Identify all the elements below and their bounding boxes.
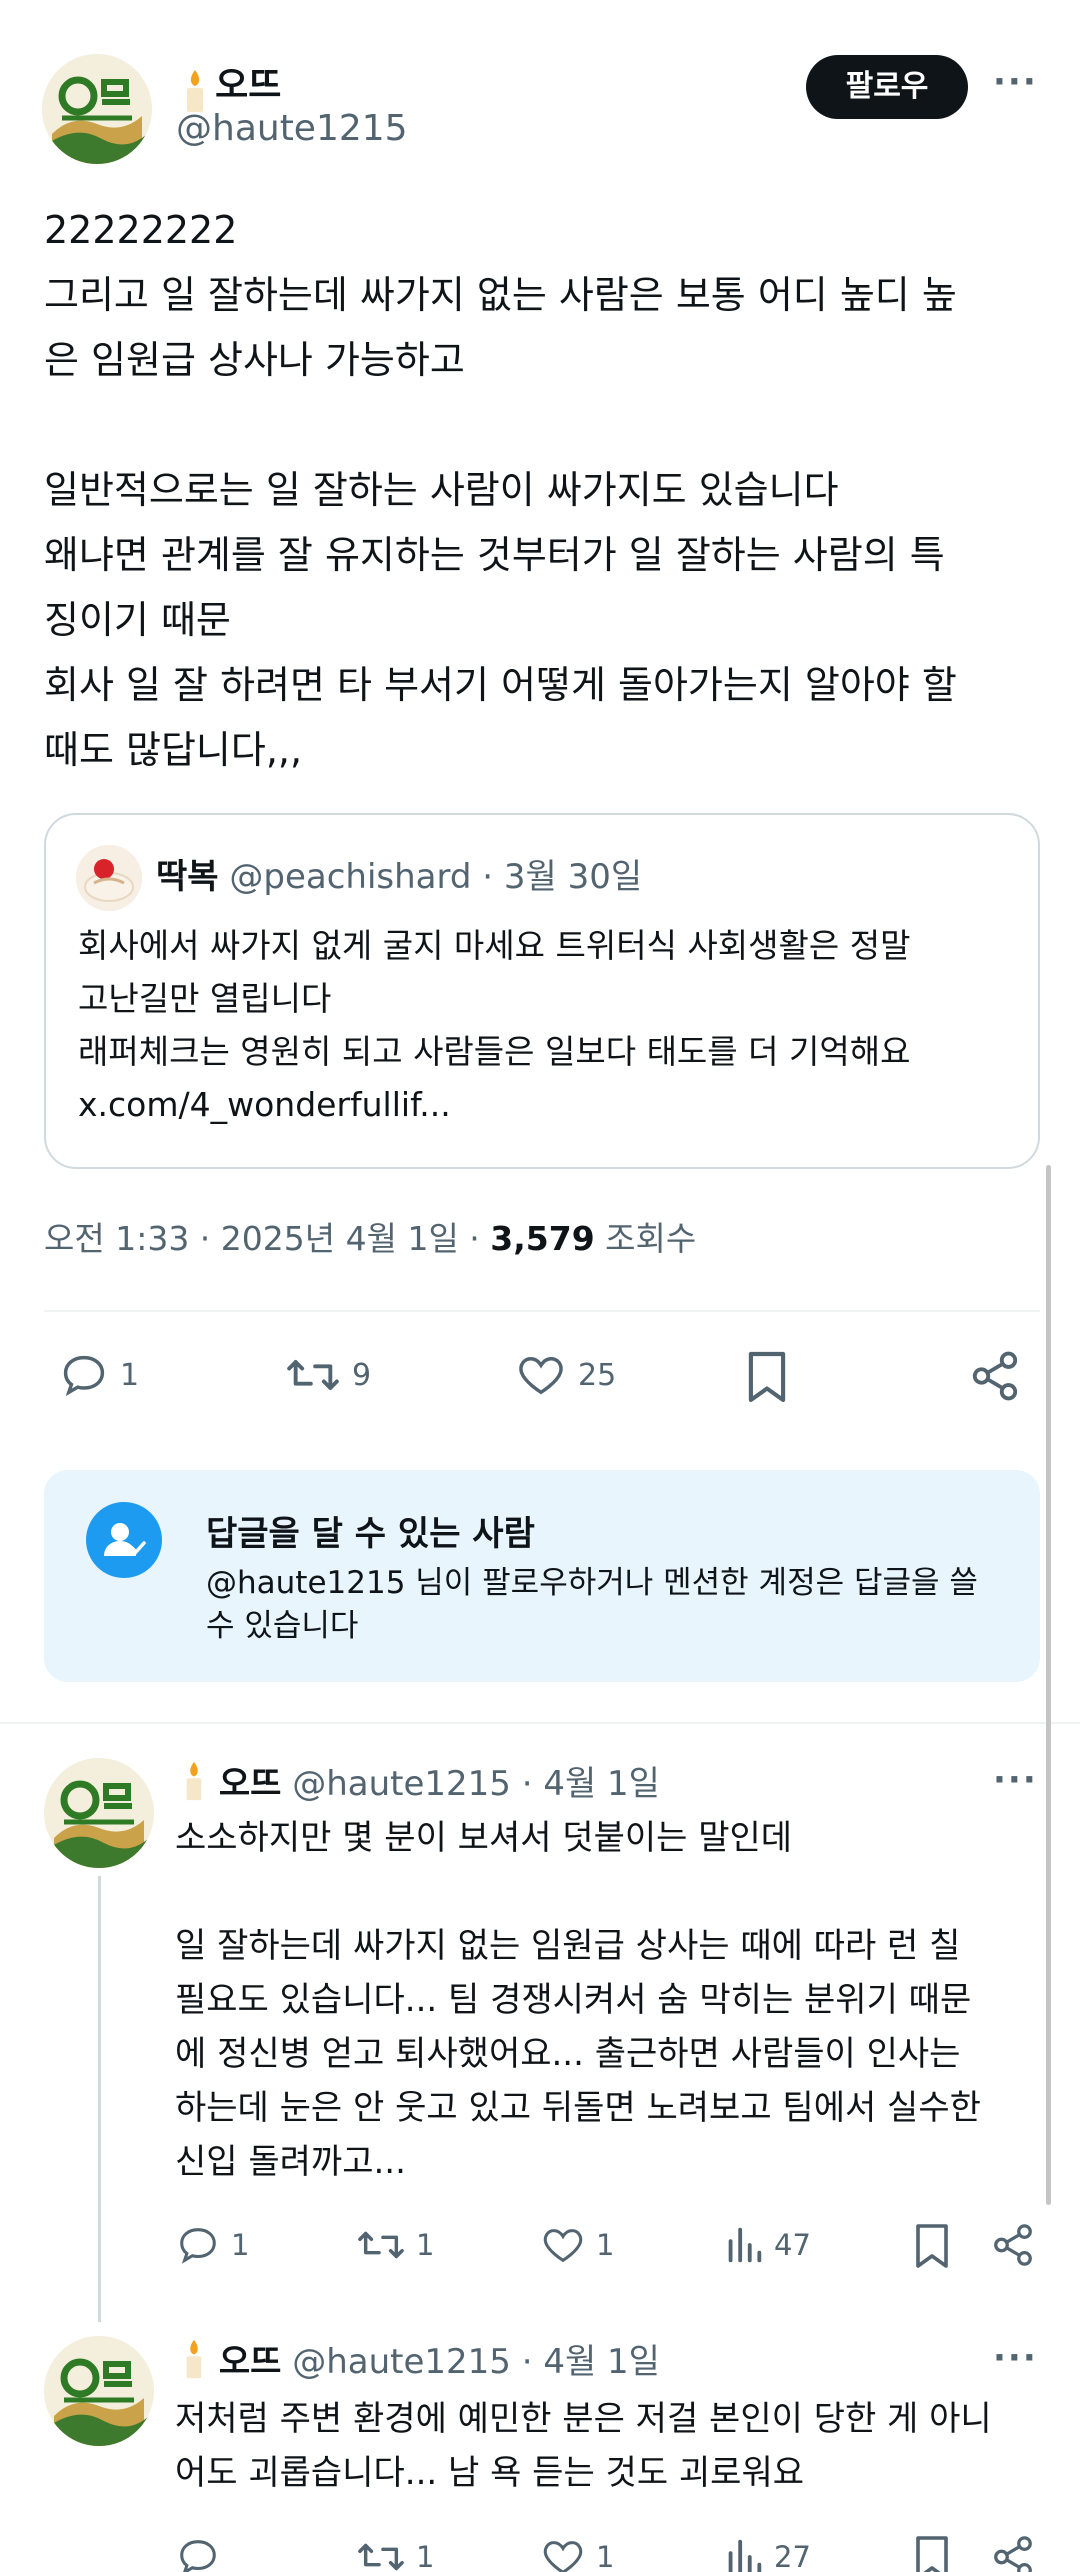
reply-button[interactable] bbox=[175, 2534, 221, 2572]
reply-author-name[interactable]: 오뜨 bbox=[219, 1764, 282, 1804]
tweet-text: 22222222 그리고 일 잘하는데 싸가지 없는 사람은 보통 어디 높디 … bbox=[44, 208, 957, 772]
analytics-icon bbox=[728, 2227, 762, 2263]
reply-icon bbox=[180, 2540, 216, 2572]
retweet-icon bbox=[358, 2543, 404, 2571]
reply-author-handle[interactable]: @haute1215 bbox=[292, 2342, 511, 2382]
reply-icon bbox=[180, 2228, 216, 2264]
retweet-count: 1 bbox=[416, 2540, 435, 2572]
scrollbar[interactable] bbox=[1046, 1165, 1051, 2205]
candle-icon bbox=[180, 2338, 208, 2389]
bookmark-icon bbox=[916, 2536, 948, 2572]
retweet-button[interactable]: 9 bbox=[284, 1349, 371, 1401]
retweet-button[interactable]: 1 bbox=[356, 2222, 434, 2268]
quoted-tweet[interactable]: 딱복 @peachishard · 3월 30일 회사에서 싸가지 없게 굴지 … bbox=[44, 813, 1040, 1169]
share-icon bbox=[994, 2536, 1032, 2572]
reply-button[interactable]: 1 bbox=[58, 1349, 139, 1401]
reply-avatar[interactable] bbox=[44, 1758, 154, 1868]
bookmark-icon bbox=[748, 1351, 786, 1403]
reply-author-handle[interactable]: @haute1215 bbox=[292, 1764, 511, 1804]
views-button[interactable]: 47 bbox=[724, 2222, 811, 2268]
bookmark-button[interactable] bbox=[912, 2222, 952, 2270]
more-icon[interactable]: ··· bbox=[993, 1760, 1038, 1800]
like-button[interactable]: 25 bbox=[514, 1349, 616, 1401]
views-count: 3,579 bbox=[490, 1219, 595, 1258]
reply-header: 오뜨 @haute1215 · 4월 1일 bbox=[180, 2334, 660, 2389]
heart-icon bbox=[543, 2541, 583, 2572]
author-name: 오뜨 bbox=[215, 65, 282, 106]
more-icon[interactable]: ··· bbox=[993, 2338, 1038, 2378]
bookmark-icon bbox=[916, 2224, 948, 2268]
quote-author-name: 딱복 bbox=[156, 857, 219, 897]
like-count: 1 bbox=[596, 2228, 615, 2262]
share-button[interactable] bbox=[968, 1349, 1022, 1403]
reply-date[interactable]: · 4월 1일 bbox=[522, 1764, 660, 1804]
reply-button[interactable]: 1 bbox=[175, 2222, 249, 2268]
candle-icon bbox=[180, 1760, 208, 1811]
who-can-reply-title: 답글을 달 수 있는 사람 bbox=[206, 1514, 535, 1554]
follow-button[interactable]: 팔로우 bbox=[806, 55, 968, 119]
share-icon bbox=[994, 2224, 1032, 2266]
reply-author-name[interactable]: 오뜨 bbox=[219, 2342, 282, 2382]
reply-text: 소소하지만 몇 분이 보셔서 덧붙이는 말인데 일 잘하는데 싸가지 없는 임원… bbox=[175, 1818, 981, 2182]
like-button[interactable]: 1 bbox=[540, 2534, 614, 2572]
retweet-count: 1 bbox=[416, 2228, 435, 2262]
who-can-reply-card: 답글을 달 수 있는 사람 @haute1215 님이 팔로우하거나 멘션한 계… bbox=[44, 1470, 1040, 1682]
more-icon[interactable]: ··· bbox=[993, 62, 1038, 102]
heart-icon bbox=[543, 2229, 583, 2263]
divider bbox=[44, 1310, 1040, 1312]
reply-count: 1 bbox=[231, 2228, 250, 2262]
share-icon bbox=[972, 1351, 1018, 1401]
bookmark-button[interactable] bbox=[912, 2534, 952, 2572]
retweet-icon bbox=[358, 2231, 404, 2259]
quote-date: · 3월 30일 bbox=[482, 857, 643, 897]
reply-header: 오뜨 @haute1215 · 4월 1일 bbox=[180, 1756, 660, 1811]
retweet-icon bbox=[287, 1360, 339, 1390]
reply-icon bbox=[63, 1355, 105, 1397]
thread-line bbox=[98, 1876, 101, 2322]
avatar-logo-icon bbox=[44, 2336, 154, 2446]
divider bbox=[0, 1722, 1080, 1724]
like-count: 25 bbox=[578, 1357, 617, 1393]
avatar-logo-icon bbox=[44, 1758, 154, 1868]
reply-date[interactable]: · 4월 1일 bbox=[522, 2342, 660, 2382]
bookmark-button[interactable] bbox=[744, 1349, 790, 1405]
reply-avatar[interactable] bbox=[44, 2336, 154, 2446]
views-count: 27 bbox=[774, 2540, 811, 2572]
tweet-meta: 오전 1:33 · 2025년 4월 1일 · 3,579 조회수 bbox=[44, 1212, 696, 1260]
share-button[interactable] bbox=[990, 2222, 1036, 2268]
avatar-logo-icon bbox=[42, 54, 152, 164]
dessert-avatar-icon bbox=[76, 845, 142, 911]
author-avatar[interactable] bbox=[42, 54, 152, 164]
views-button[interactable]: 27 bbox=[724, 2534, 811, 2572]
mention-user-icon bbox=[86, 1502, 162, 1578]
like-count: 1 bbox=[596, 2540, 615, 2572]
like-button[interactable]: 1 bbox=[540, 2222, 614, 2268]
views-label: 조회수 bbox=[594, 1219, 697, 1258]
quote-author-handle: @peachishard bbox=[229, 857, 472, 897]
views-count: 47 bbox=[774, 2228, 811, 2262]
heart-icon bbox=[519, 1357, 563, 1395]
retweet-button[interactable]: 1 bbox=[356, 2534, 434, 2572]
share-button[interactable] bbox=[990, 2534, 1036, 2572]
reply-text: 저처럼 주변 환경에 예민한 분은 저걸 본인이 당한 게 아니 어도 괴롭습니… bbox=[175, 2399, 992, 2493]
retweet-count: 9 bbox=[352, 1357, 372, 1393]
quote-text: 회사에서 싸가지 없게 굴지 마세요 트위터식 사회생활은 정말 고난길만 열립… bbox=[78, 926, 911, 1124]
who-can-reply-description: @haute1215 님이 팔로우하거나 멘션한 계정은 답글을 쓸 수 있습니… bbox=[206, 1565, 978, 1644]
tweet-timestamp[interactable]: 오전 1:33 · 2025년 4월 1일 · bbox=[44, 1219, 490, 1258]
quote-header: 딱복 @peachishard · 3월 30일 bbox=[156, 849, 642, 898]
analytics-icon bbox=[728, 2539, 762, 2572]
author-handle[interactable]: @haute1215 bbox=[176, 108, 408, 149]
quote-avatar bbox=[76, 845, 142, 911]
reply-count: 1 bbox=[120, 1357, 140, 1393]
